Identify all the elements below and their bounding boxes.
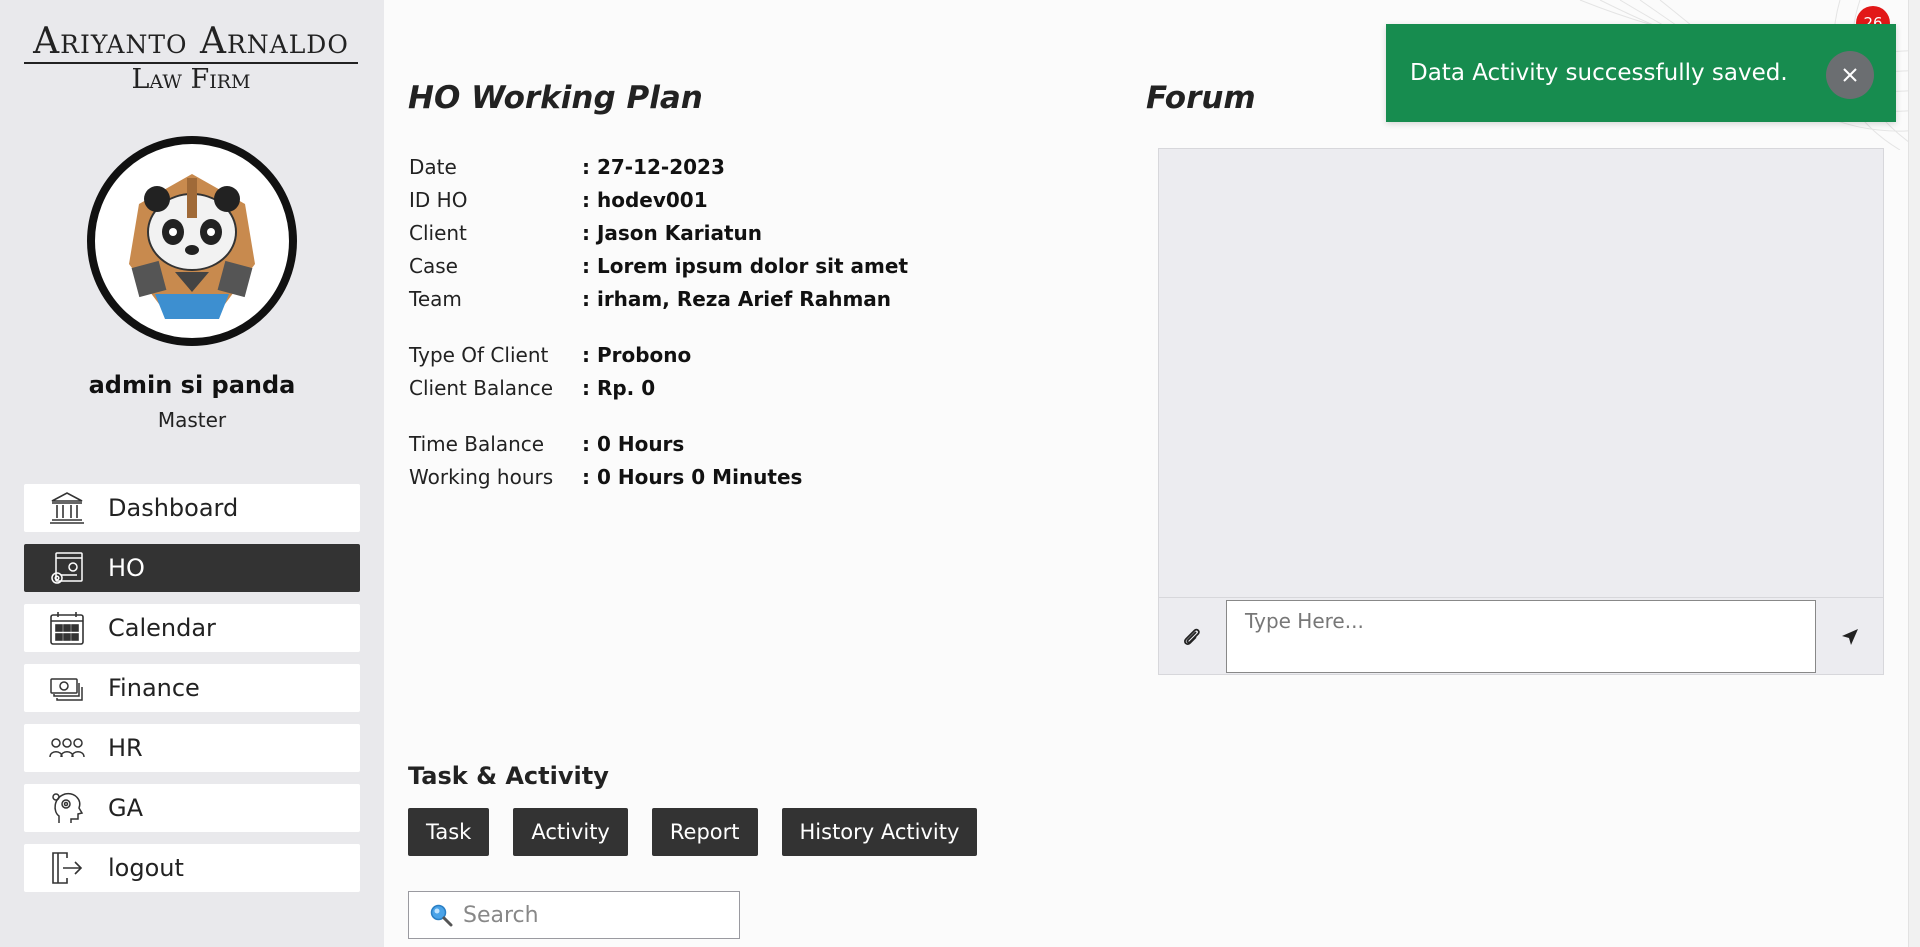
detail-label: Client Balance bbox=[409, 375, 554, 400]
send-button[interactable] bbox=[1826, 617, 1874, 657]
detail-row-time-balance: Time Balance : 0 Hours bbox=[409, 427, 1029, 460]
detail-label: Time Balance bbox=[409, 431, 545, 456]
panda-avatar-image bbox=[129, 174, 255, 319]
detail-row-type-of-client: Type Of Client : Probono bbox=[409, 338, 1029, 371]
detail-value: : hodev001 bbox=[582, 187, 708, 212]
task-activity-tabs: Task Activity Report History Activity bbox=[408, 808, 1001, 856]
scrollbar[interactable] bbox=[1908, 0, 1920, 947]
detail-value: : Lorem ipsum dolor sit amet bbox=[582, 253, 909, 278]
people-icon bbox=[48, 729, 86, 767]
detail-value: : 0 Hours 0 Minutes bbox=[582, 464, 803, 489]
task-activity-title: Task & Activity bbox=[408, 762, 609, 790]
detail-value: : Rp. 0 bbox=[582, 375, 656, 400]
user-name: admin si panda bbox=[88, 371, 296, 399]
sidebar-item-label: Calendar bbox=[108, 614, 216, 642]
message-input[interactable] bbox=[1226, 600, 1816, 673]
detail-value: : Jason Kariatun bbox=[582, 220, 762, 245]
sidebar-item-dashboard[interactable]: Dashboard bbox=[24, 484, 360, 532]
document-gear-icon bbox=[48, 549, 86, 587]
detail-label: Case bbox=[409, 253, 458, 278]
detail-value: : 0 Hours bbox=[582, 431, 685, 456]
detail-label: Type Of Client bbox=[409, 342, 549, 367]
firm-logo: Ariyanto Arnaldo Law Firm bbox=[24, 22, 358, 96]
detail-row-case: Case : Lorem ipsum dolor sit amet bbox=[409, 249, 1029, 282]
sidebar-item-logout[interactable]: logout bbox=[24, 844, 360, 892]
user-role: Master bbox=[157, 408, 227, 432]
sidebar-item-ga[interactable]: GA bbox=[24, 784, 360, 832]
detail-row-working-hours: Working hours : 0 Hours 0 Minutes bbox=[409, 460, 1029, 493]
sidebar-menu: Dashboard HO Calendar Finance HR GA logo… bbox=[24, 484, 360, 904]
sidebar-item-label: HR bbox=[108, 734, 143, 762]
detail-label: Date bbox=[409, 154, 457, 179]
sidebar-item-finance[interactable]: Finance bbox=[24, 664, 360, 712]
activity-button[interactable]: Activity bbox=[513, 808, 628, 856]
detail-value: : 27-12-2023 bbox=[582, 154, 725, 179]
history-activity-button[interactable]: History Activity bbox=[781, 808, 978, 856]
sidebar-item-label: Dashboard bbox=[108, 494, 239, 522]
search-icon bbox=[430, 904, 453, 927]
detail-row-client: Client : Jason Kariatun bbox=[409, 216, 1029, 249]
toast-message: Data Activity successfully saved. bbox=[1410, 60, 1788, 86]
detail-row-team: Team : irham, Reza Arief Rahman bbox=[409, 282, 1029, 315]
sidebar: Ariyanto Arnaldo Law Firm admin si panda… bbox=[0, 0, 384, 947]
detail-label: Client bbox=[409, 220, 467, 245]
close-icon bbox=[1843, 68, 1857, 82]
sidebar-item-label: logout bbox=[108, 854, 184, 882]
send-icon bbox=[1842, 629, 1858, 645]
detail-value: : Probono bbox=[582, 342, 692, 367]
detail-row-id-ho: ID HO : hodev001 bbox=[409, 183, 1029, 216]
logo-line2: Law Firm bbox=[131, 64, 251, 95]
logo-line1: Ariyanto Arnaldo bbox=[24, 22, 358, 64]
logout-icon bbox=[48, 849, 86, 887]
sidebar-item-calendar[interactable]: Calendar bbox=[24, 604, 360, 652]
money-icon bbox=[48, 669, 86, 707]
toast-close-button[interactable] bbox=[1826, 51, 1874, 99]
bank-icon bbox=[48, 489, 86, 527]
detail-label: Working hours bbox=[409, 464, 554, 489]
detail-row-date: Date : 27-12-2023 bbox=[409, 150, 1029, 183]
working-plan-details: Date : 27-12-2023 ID HO : hodev001 Clien… bbox=[409, 150, 1029, 493]
search-box[interactable] bbox=[408, 891, 740, 939]
sidebar-item-label: GA bbox=[108, 794, 144, 822]
task-button[interactable]: Task bbox=[408, 808, 490, 856]
calendar-icon bbox=[48, 609, 86, 647]
sidebar-item-hr[interactable]: HR bbox=[24, 724, 360, 772]
head-gear-icon bbox=[48, 789, 86, 827]
sidebar-item-label: Finance bbox=[108, 674, 200, 702]
paperclip-icon bbox=[1184, 628, 1200, 645]
sidebar-item-ho[interactable]: HO bbox=[24, 544, 360, 592]
detail-row-client-balance: Client Balance : Rp. 0 bbox=[409, 371, 1029, 404]
success-toast: Data Activity successfully saved. bbox=[1386, 24, 1896, 122]
detail-label: Team bbox=[409, 286, 462, 311]
forum-messages[interactable] bbox=[1158, 148, 1884, 598]
detail-value: : irham, Reza Arief Rahman bbox=[582, 286, 892, 311]
detail-label: ID HO bbox=[409, 187, 468, 212]
sidebar-item-label: HO bbox=[108, 554, 145, 582]
search-input[interactable] bbox=[463, 902, 723, 928]
working-plan-title: HO Working Plan bbox=[408, 80, 703, 116]
avatar[interactable] bbox=[87, 136, 297, 346]
forum-title: Forum bbox=[1146, 80, 1256, 116]
attach-button[interactable] bbox=[1168, 617, 1216, 657]
report-button[interactable]: Report bbox=[651, 808, 758, 856]
